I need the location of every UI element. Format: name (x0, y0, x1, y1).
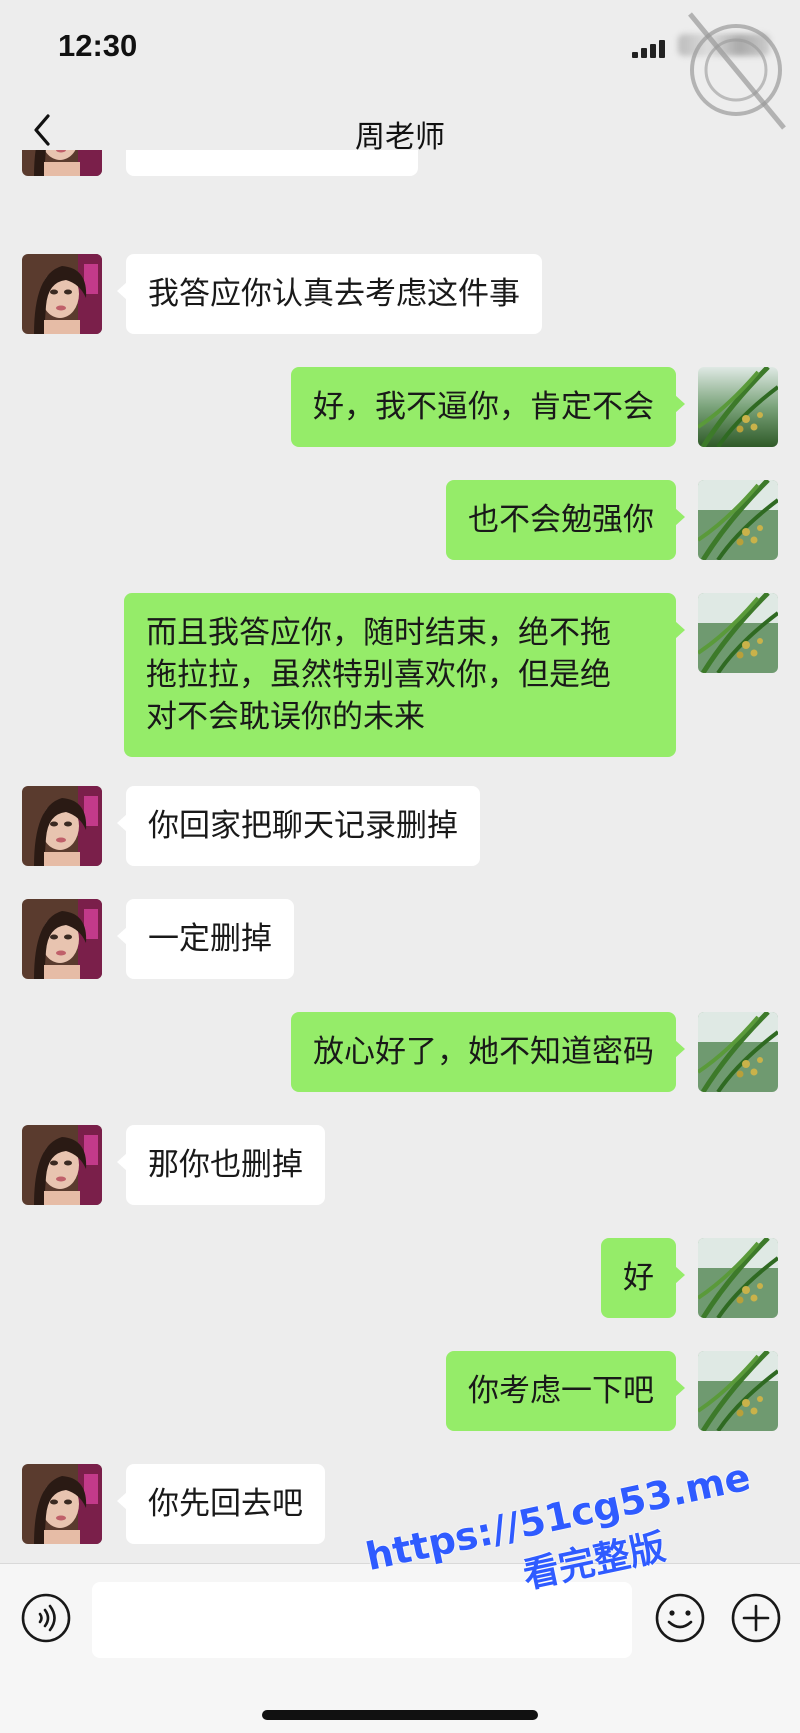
avatar[interactable] (698, 1012, 778, 1092)
avatar[interactable] (698, 1238, 778, 1318)
message-bubble-sent[interactable]: 放心好了，她不知道密码 (291, 1012, 685, 1092)
status-bar: 12:30 (0, 0, 800, 130)
message-bubble-sent[interactable]: 你考虑一下吧 (446, 1351, 685, 1431)
avatar[interactable] (22, 899, 102, 979)
avatar[interactable] (22, 254, 102, 334)
avatar[interactable] (698, 593, 778, 673)
message-line: 而且我答应你，随时结束，绝不拖 (146, 615, 611, 651)
message-bubble-received[interactable]: 你回家把聊天记录删掉 (117, 786, 480, 866)
message-bubble-sent[interactable]: 好 (601, 1238, 685, 1318)
message-bubble-received[interactable]: 你先回去吧 (117, 1464, 325, 1544)
emoji-icon[interactable] (654, 1592, 706, 1644)
avatar[interactable] (22, 150, 102, 176)
message-line: 对不会耽误你的未来 (146, 699, 425, 735)
avatar[interactable] (698, 367, 778, 447)
chat-area[interactable]: 再给我点时间好吗 我答应你认真去考虑这件事 好，我不逼你，肯定不会 也不会勉强你… (0, 150, 800, 1563)
status-time: 12:30 (58, 28, 138, 63)
avatar[interactable] (22, 1464, 102, 1544)
avatar[interactable] (22, 786, 102, 866)
message-bubble-received[interactable]: 再给我点时间好吗 (126, 150, 418, 176)
avatar[interactable] (698, 1351, 778, 1431)
message-bubble-sent[interactable]: 好，我不逼你，肯定不会 (291, 367, 685, 447)
avatar[interactable] (22, 1125, 102, 1205)
message-bubble-received[interactable]: 那你也删掉 (117, 1125, 325, 1205)
message-bubble-sent[interactable]: 也不会勉强你 (446, 480, 685, 560)
message-bubble-sent[interactable]: 而且我答应你，随时结束，绝不拖 拖拉拉，虽然特别喜欢你，但是绝 对不会耽误你的未… (124, 593, 685, 757)
message-bubble-received[interactable]: 一定删掉 (117, 899, 294, 979)
signal-icon (632, 38, 672, 58)
message-line: 拖拉拉，虽然特别喜欢你，但是绝 (146, 657, 611, 693)
avatar[interactable] (698, 480, 778, 560)
home-indicator (262, 1710, 538, 1720)
message-bubble-received[interactable]: 我答应你认真去考虑这件事 (117, 254, 542, 334)
plus-icon[interactable] (730, 1592, 782, 1644)
voice-icon[interactable] (20, 1592, 72, 1644)
